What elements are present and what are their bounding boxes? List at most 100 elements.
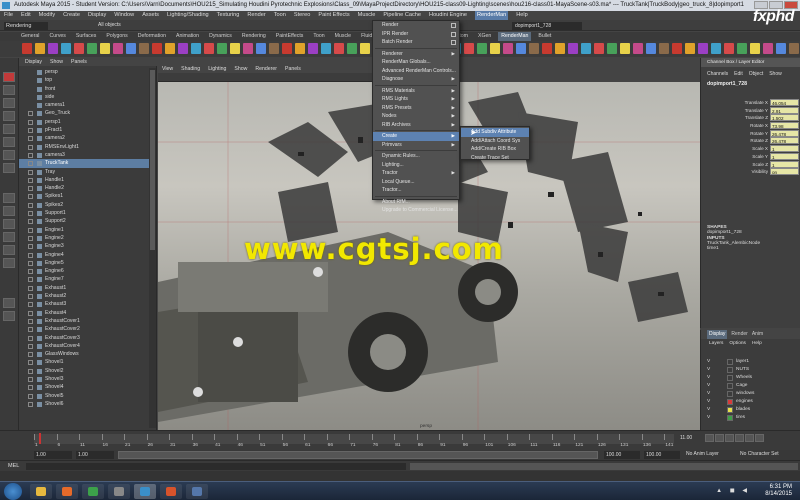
shelf-tool-icon[interactable] <box>555 43 565 54</box>
outliner-item[interactable]: ExhaustCover2 <box>19 325 149 333</box>
outliner-item[interactable]: Spikes1 <box>19 192 149 200</box>
channel-value-field[interactable]: 73.98 <box>770 122 799 130</box>
menu-create[interactable]: Create <box>63 11 80 20</box>
expand-icon[interactable] <box>28 169 33 175</box>
channel-value-field[interactable]: 1.502 <box>770 114 799 122</box>
layer-visibility-toggle[interactable]: V <box>707 382 710 390</box>
channel-box-tabs[interactable]: Channel Box / Layer Editor <box>701 58 800 67</box>
outliner-item[interactable]: camera2 <box>19 134 149 142</box>
renderman-menu-item[interactable]: About RfM... <box>373 198 459 207</box>
layer-row[interactable]: Vlayer1 <box>705 358 797 366</box>
renderman-menu-item[interactable]: Tractor ▶ <box>373 169 459 178</box>
layer-visibility-toggle[interactable]: V <box>707 374 710 382</box>
menu-lighting-shading[interactable]: Lighting/Shading <box>167 11 209 20</box>
shelf-tool-icon[interactable] <box>48 43 58 54</box>
layer-tab-display[interactable]: Display <box>707 330 728 339</box>
go-to-start-icon[interactable] <box>705 434 714 442</box>
current-time-marker[interactable] <box>39 433 41 444</box>
system-tray-icons[interactable]: ▲ ◼ ◀ <box>716 487 750 494</box>
expand-icon[interactable] <box>28 269 33 275</box>
layer-visibility-toggle[interactable]: V <box>707 366 710 374</box>
viewport-menu-renderer[interactable]: Renderer <box>255 65 277 73</box>
menu-pipeline-cache[interactable]: Pipeline Cache <box>383 11 421 20</box>
outliner-item[interactable]: camera1 <box>19 101 149 109</box>
outliner-item[interactable]: Handle2 <box>19 184 149 192</box>
renderman-menu-item[interactable]: Renderer ▶ <box>373 50 459 59</box>
channel-value-field[interactable]: 46.054 <box>770 99 799 106</box>
shelf-tool-icon[interactable] <box>360 43 370 54</box>
shelf-tool-icon[interactable] <box>750 43 760 54</box>
layer-visibility-toggle[interactable]: V <box>707 390 710 398</box>
object-name-field[interactable]: dopimport1_728 <box>512 22 582 30</box>
shelf-tool-icon[interactable] <box>464 43 474 54</box>
option-box-icon[interactable] <box>451 23 456 28</box>
expand-icon[interactable] <box>28 260 33 266</box>
outliner-item[interactable]: ExhaustCover4 <box>19 342 149 350</box>
outliner-item[interactable]: front <box>19 85 149 93</box>
outliner-item[interactable]: Exhaust1 <box>19 284 149 292</box>
shelf-tool-icon[interactable] <box>646 43 656 54</box>
expand-icon[interactable] <box>28 219 33 225</box>
layer-color-swatch[interactable] <box>727 407 733 413</box>
input-node[interactable]: time1 <box>707 246 760 251</box>
expand-icon[interactable] <box>28 310 33 316</box>
range-end-field[interactable]: 100.00 <box>604 451 640 459</box>
menu-edit[interactable]: Edit <box>21 11 31 20</box>
outliner-scroll-thumb[interactable] <box>150 70 155 250</box>
layout-persp-outliner-icon[interactable] <box>3 219 15 229</box>
channel-name[interactable]: Translate Z <box>745 114 768 122</box>
lasso-tool-icon[interactable] <box>3 85 15 95</box>
shelf-tool-icon[interactable] <box>217 43 227 54</box>
shelf-tool-icon[interactable] <box>698 43 708 54</box>
layout-four-icon[interactable] <box>3 206 15 216</box>
create-submenu-item[interactable]: Add/Create RIB Box <box>461 145 529 154</box>
viewport-menu-lighting[interactable]: Lighting <box>208 65 226 73</box>
play-forward-icon[interactable] <box>735 434 744 442</box>
channel-name[interactable]: Translate Y <box>745 107 768 115</box>
channel-box-menu-object[interactable]: Object <box>749 69 763 79</box>
move-tool-icon[interactable] <box>3 111 15 121</box>
channel-value-field[interactable]: 1 <box>770 152 799 160</box>
expand-icon[interactable] <box>28 294 33 300</box>
outliner-item[interactable]: Tray <box>19 168 149 176</box>
menu-render[interactable]: Render <box>247 11 265 20</box>
channel-value-field[interactable]: 26.478 <box>770 137 799 145</box>
outliner-item[interactable]: Engine7 <box>19 275 149 283</box>
shelf-tool-icon[interactable] <box>204 43 214 54</box>
outliner-item[interactable]: persp1 <box>19 118 149 126</box>
layer-color-swatch[interactable] <box>727 375 733 381</box>
shelf-tool-icon[interactable] <box>789 43 799 54</box>
channel-value-field[interactable]: on <box>770 168 799 176</box>
shelf-tool-icon[interactable] <box>87 43 97 54</box>
channel-name[interactable]: Rotate Y <box>750 130 768 138</box>
renderman-menu-item[interactable]: Render <box>373 21 459 30</box>
shelf-tool-icon[interactable] <box>139 43 149 54</box>
option-box-icon[interactable] <box>451 40 456 45</box>
shelf-tool-icon[interactable] <box>659 43 669 54</box>
expand-icon[interactable] <box>28 327 33 333</box>
expand-icon[interactable] <box>28 401 33 407</box>
taskbar-firefox[interactable] <box>56 484 78 499</box>
outliner-item[interactable]: GlassWindows <box>19 350 149 358</box>
renderman-menu-item[interactable]: Nodes ▶ <box>373 112 459 121</box>
expand-icon[interactable] <box>28 194 33 200</box>
renderman-menu-item[interactable]: Upgrade to Commercial License... <box>373 206 459 215</box>
viewport-menu-panels[interactable]: Panels <box>285 65 301 73</box>
channel-value-field[interactable]: 26.478 <box>770 129 799 137</box>
outliner-item[interactable]: side <box>19 93 149 101</box>
channel-box-node-name[interactable]: dopimport1_728 <box>707 81 747 87</box>
expand-icon[interactable] <box>28 136 33 142</box>
option-box-icon[interactable] <box>451 31 456 37</box>
shelf-tool-icon[interactable] <box>503 43 513 54</box>
shelf-tab-xgen[interactable]: XGen <box>475 32 494 41</box>
outliner-item[interactable]: camera3 <box>19 151 149 159</box>
outliner-item[interactable]: ExhaustCover3 <box>19 334 149 342</box>
channel-box-menu-show[interactable]: Show <box>769 69 782 79</box>
layer-row[interactable]: Vblades <box>705 406 797 414</box>
layer-row[interactable]: V Wheels <box>705 374 797 382</box>
layout-graph-icon[interactable] <box>3 232 15 242</box>
outliner-item[interactable]: Engine5 <box>19 259 149 267</box>
outliner-scrollbar[interactable] <box>149 68 156 428</box>
shelf-tool-icon[interactable] <box>152 43 162 54</box>
shelf-tool-icon[interactable] <box>256 43 266 54</box>
